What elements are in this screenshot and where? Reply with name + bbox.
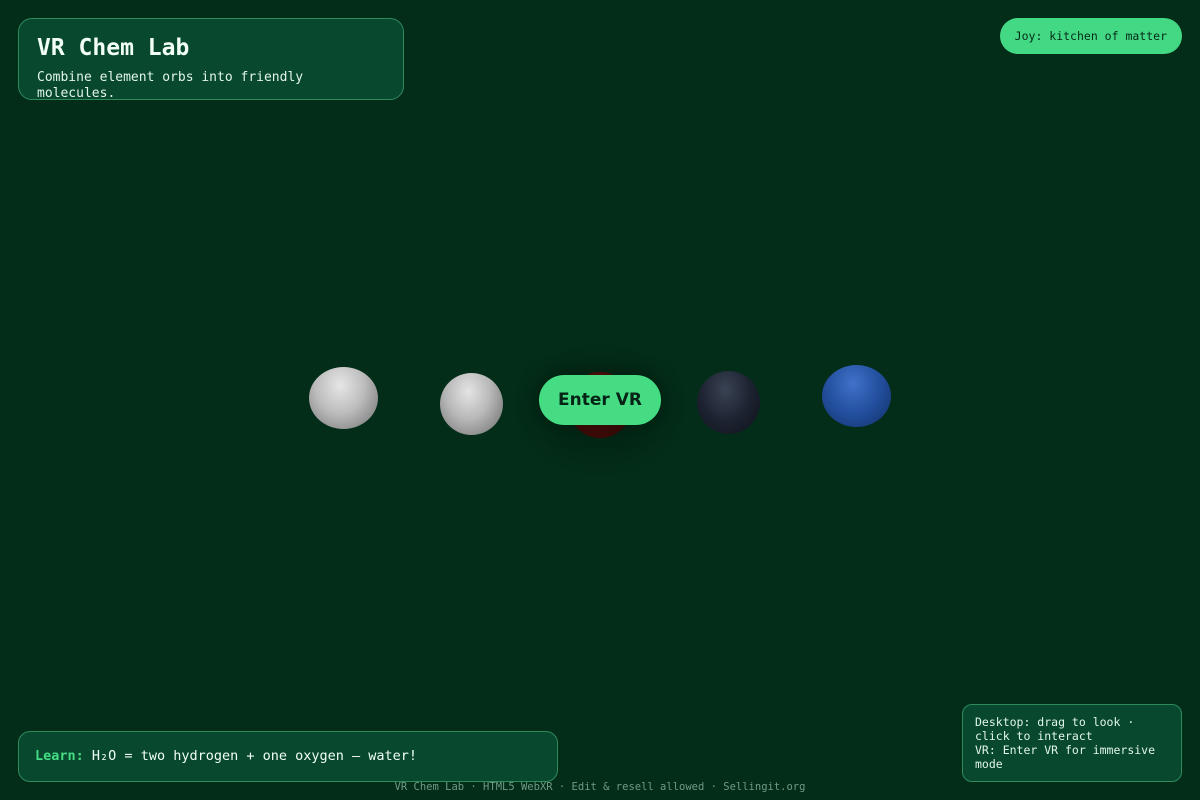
hydrogen-orb[interactable] xyxy=(440,373,503,435)
hydrogen-orb[interactable] xyxy=(309,367,378,429)
joy-badge: Joy: kitchen of matter xyxy=(999,18,1182,54)
app-title: VR Chem Lab xyxy=(37,35,190,61)
app-subtitle: Combine element orbs into friendly molec… xyxy=(37,70,304,101)
learn-label: Learn: xyxy=(35,748,84,764)
footer-credits: VR Chem Lab · HTML5 WebXR · Edit & resel… xyxy=(394,781,806,793)
learn-panel: Learn: H₂O = two hydrogen + one oxygen —… xyxy=(18,731,558,782)
vr-controls-text: VR: Enter VR for immersive mode xyxy=(975,743,1156,771)
carbon-orb[interactable] xyxy=(697,371,760,434)
controls-help-panel: Desktop: drag to look · click to interac… xyxy=(962,704,1182,782)
enter-vr-button[interactable]: Enter VR xyxy=(539,375,661,425)
nitrogen-orb[interactable] xyxy=(822,365,891,427)
desktop-controls-text: Desktop: drag to look · click to interac… xyxy=(975,715,1135,743)
learn-text: H₂O = two hydrogen + one oxygen — water! xyxy=(91,748,418,764)
title-panel: VR Chem Lab Combine element orbs into fr… xyxy=(18,18,404,101)
